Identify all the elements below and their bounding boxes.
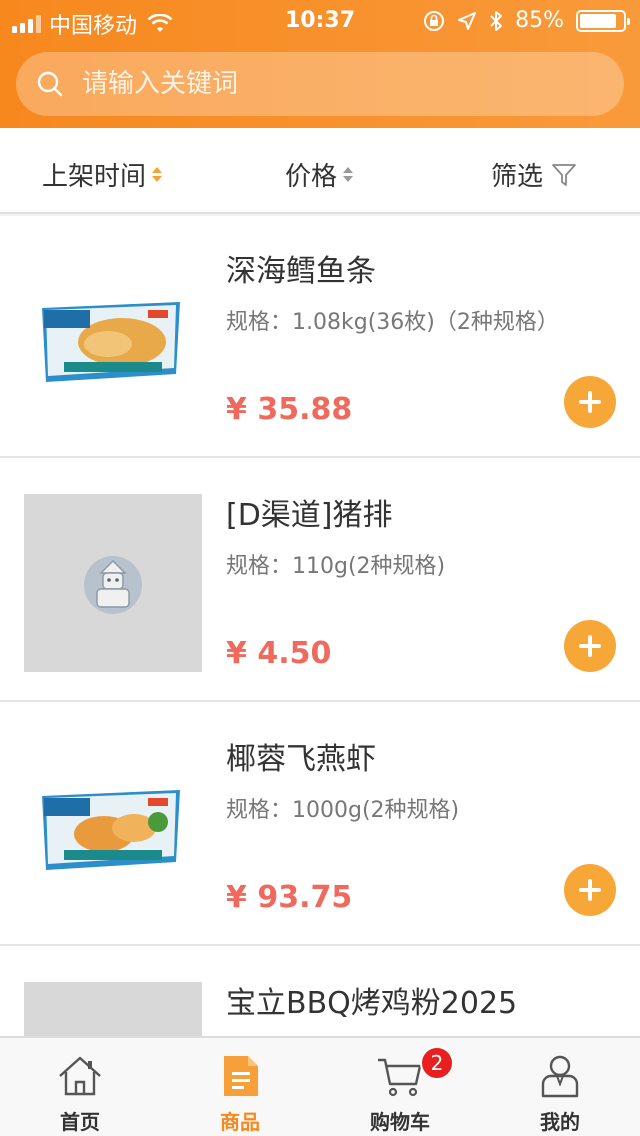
- home-icon: [59, 1056, 101, 1096]
- plus-icon: [579, 879, 601, 901]
- plus-icon: [579, 391, 601, 413]
- plus-icon: [579, 635, 601, 657]
- product-name[interactable]: 椰蓉飞燕虾: [226, 734, 376, 778]
- sort-bar: 上架时间 价格 筛选: [0, 128, 640, 214]
- tab-bar: 首页 商品 购物车 2 我的: [0, 1036, 640, 1136]
- tab-label: 商品: [220, 1110, 260, 1134]
- sort-by-price[interactable]: 价格: [285, 156, 354, 193]
- product-price: ¥ 35.88: [226, 392, 353, 427]
- product-item[interactable]: 宝立BBQ烤鸡粉2025: [0, 948, 640, 1036]
- product-item[interactable]: 椰蓉飞燕虾 规格：1000g(2种规格) ¥ 93.75: [0, 704, 640, 946]
- product-spec: 规格：1000g(2种规格): [226, 798, 460, 823]
- product-image-placeholder: [24, 494, 202, 672]
- user-icon: [541, 1055, 579, 1098]
- product-price: ¥ 4.50: [226, 636, 332, 671]
- header: 中国移动 10:37 85%: [0, 0, 640, 128]
- sort-label: 上架时间: [42, 162, 147, 192]
- battery-icon: [576, 9, 630, 32]
- product-spec: 规格：110g(2种规格): [226, 554, 446, 579]
- tab-products[interactable]: 商品: [160, 1038, 320, 1136]
- add-to-cart-button[interactable]: [564, 376, 616, 428]
- add-to-cart-button[interactable]: [564, 864, 616, 916]
- filter-icon: [552, 163, 576, 186]
- tab-label: 我的: [540, 1110, 580, 1134]
- product-item[interactable]: [D渠道]猪排 规格：110g(2种规格) ¥ 4.50: [0, 460, 640, 702]
- product-name[interactable]: 宝立BBQ烤鸡粉2025: [226, 978, 517, 1022]
- filter-label: 筛选: [491, 162, 544, 192]
- tab-home[interactable]: 首页: [0, 1038, 160, 1136]
- battery-percent: 85%: [515, 8, 564, 33]
- product-price: ¥ 93.75: [226, 880, 353, 915]
- product-item[interactable]: 深海鳕鱼条 规格：1.08kg(36枚)（2种规格） ¥ 35.88: [0, 216, 640, 458]
- add-to-cart-button[interactable]: [564, 620, 616, 672]
- sort-label: 价格: [285, 162, 338, 192]
- search-input[interactable]: [82, 69, 562, 99]
- product-image: [24, 738, 202, 916]
- product-image: [24, 250, 202, 428]
- tab-profile[interactable]: 我的: [480, 1038, 640, 1136]
- tab-label: 首页: [60, 1110, 100, 1134]
- product-image-placeholder: [24, 982, 202, 1036]
- status-bar: 中国移动 10:37 85%: [0, 0, 640, 40]
- tab-label: 购物车: [370, 1110, 430, 1134]
- filter-button[interactable]: 筛选: [491, 156, 577, 193]
- search-icon: [37, 71, 63, 97]
- product-spec: 规格：1.08kg(36枚)（2种规格）: [226, 310, 559, 335]
- product-list: 深海鳕鱼条 规格：1.08kg(36枚)（2种规格） ¥ 35.88 [D渠道]…: [0, 216, 640, 1036]
- battery-fill: [580, 13, 616, 28]
- sort-by-listing-time[interactable]: 上架时间: [42, 156, 163, 193]
- sort-arrows-icon: [343, 167, 354, 182]
- search-bar[interactable]: [16, 52, 624, 116]
- placeholder-mascot-icon: [84, 556, 142, 614]
- tab-cart[interactable]: 购物车 2: [320, 1038, 480, 1136]
- cart-badge: 2: [420, 1046, 454, 1080]
- product-name[interactable]: [D渠道]猪排: [226, 490, 393, 534]
- product-name[interactable]: 深海鳕鱼条: [226, 246, 376, 290]
- sort-arrows-icon: [152, 167, 163, 182]
- orientation-lock-icon: [424, 10, 445, 31]
- cart-icon: [378, 1058, 422, 1097]
- document-icon: [224, 1056, 258, 1096]
- bluetooth-icon: [490, 10, 503, 31]
- location-icon: [458, 11, 477, 30]
